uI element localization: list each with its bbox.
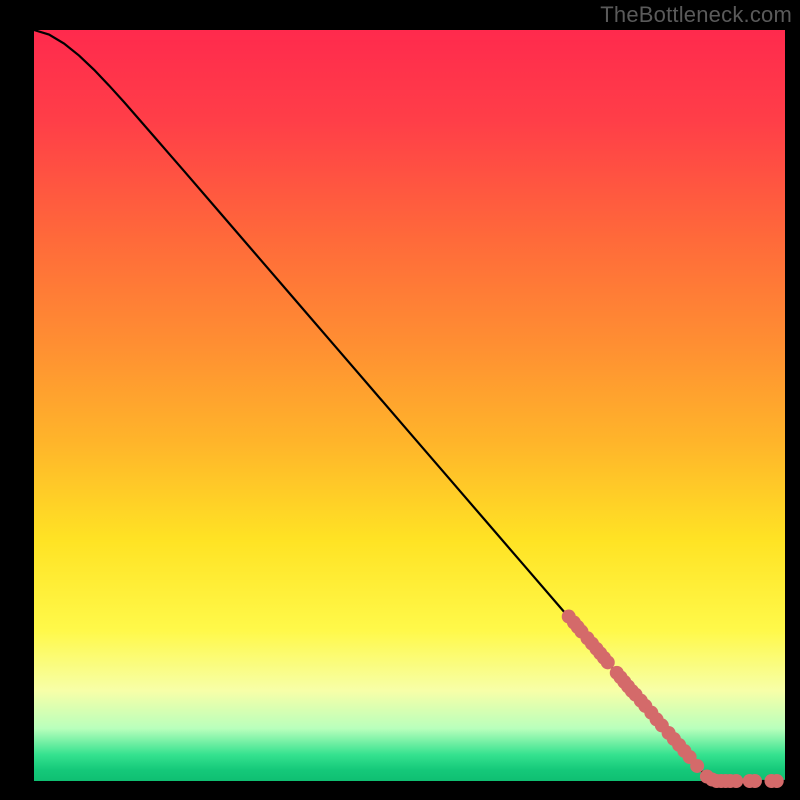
data-marker <box>729 774 743 788</box>
data-marker <box>748 774 762 788</box>
data-marker <box>770 774 784 788</box>
plot-area <box>34 30 785 781</box>
watermark-text: TheBottleneck.com <box>600 2 792 28</box>
chart-svg <box>0 0 800 800</box>
data-marker <box>690 759 704 773</box>
chart-stage: TheBottleneck.com <box>0 0 800 800</box>
